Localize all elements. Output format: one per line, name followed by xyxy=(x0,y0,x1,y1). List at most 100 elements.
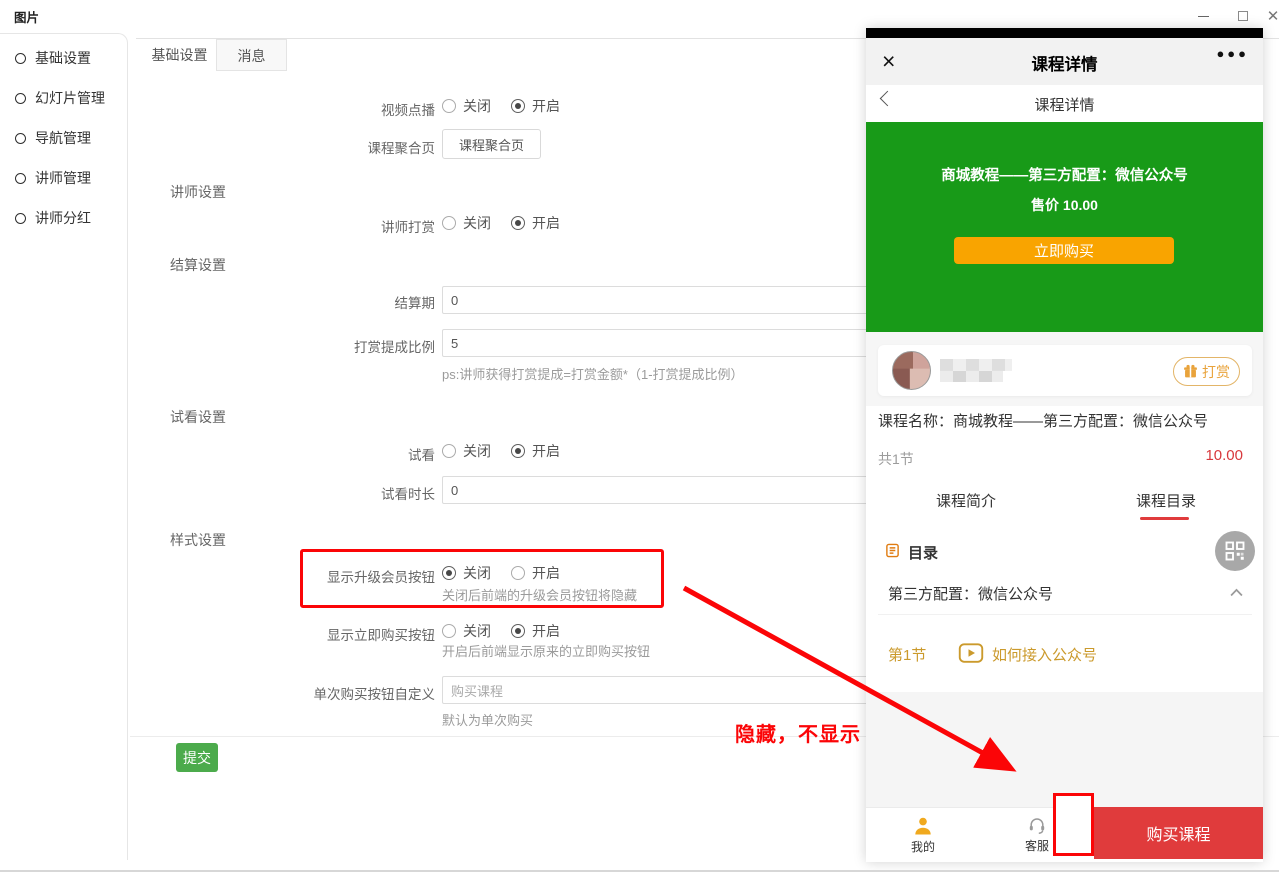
ellipsis-menu-icon[interactable]: ●●● xyxy=(1216,46,1249,61)
qr-code-icon xyxy=(1225,541,1245,561)
sidebar-item-basic-settings[interactable]: 基础设置 xyxy=(15,47,91,69)
tab-basic-settings[interactable]: 基础设置 xyxy=(143,39,216,71)
active-tab-underline xyxy=(1140,517,1189,520)
buy-now-button[interactable]: 立即购买 xyxy=(954,237,1174,264)
buy-button-custom-hint: 默认为单次购买 xyxy=(442,710,533,729)
sidebar-item-label: 导航管理 xyxy=(35,128,91,148)
tab-course-intro[interactable]: 课程简介 xyxy=(906,490,1026,511)
lecturer-reward-radio-group: 关闭 开启 xyxy=(442,213,560,233)
video-ondemand-label: 视频点播 xyxy=(130,99,435,119)
radio-on[interactable]: 开启 xyxy=(511,621,560,641)
course-hero-banner: 商城教程——第三方配置：微信公众号 售价 10.00 立即购买 xyxy=(866,122,1263,332)
section-trial-settings: 试看设置 xyxy=(170,407,226,427)
trial-radio-group: 关闭 开启 xyxy=(442,441,560,461)
sidebar-item-lecturer-dividend[interactable]: 讲师分红 xyxy=(15,207,91,229)
play-video-icon xyxy=(958,643,984,663)
radio-off[interactable]: 关闭 xyxy=(442,213,491,233)
tab-course-catalog[interactable]: 课程目录 xyxy=(1106,490,1226,511)
radio-icon xyxy=(511,99,525,113)
radio-icon xyxy=(511,444,525,458)
sidebar-item-label: 基础设置 xyxy=(35,48,91,68)
qr-code-float-button[interactable] xyxy=(1215,531,1255,571)
circle-icon xyxy=(15,213,26,224)
headset-icon xyxy=(1027,815,1047,835)
video-ondemand-radio-group: 关闭 开启 xyxy=(442,96,560,116)
circle-icon xyxy=(15,93,26,104)
submit-button[interactable]: 提交 xyxy=(176,743,218,772)
sidebar: 基础设置 幻灯片管理 导航管理 讲师管理 讲师分红 xyxy=(0,33,128,860)
purchase-course-button[interactable]: 购买课程 xyxy=(1094,807,1263,859)
course-aggregation-label: 课程聚合页 xyxy=(130,137,435,157)
chevron-up-icon[interactable] xyxy=(1230,588,1243,597)
reward-button[interactable]: 打赏 xyxy=(1173,357,1240,386)
radio-on[interactable]: 开启 xyxy=(511,213,560,233)
lecturer-reward-label: 讲师打赏 xyxy=(130,216,435,236)
hero-price-line: 售价 10.00 xyxy=(866,195,1263,215)
show-buynow-hint: 开启后前端显示原来的立即购买按钮 xyxy=(442,641,650,660)
tabbar-item-mine[interactable]: 我的 xyxy=(893,816,953,855)
trial-duration-label: 试看时长 xyxy=(130,483,435,503)
radio-off[interactable]: 关闭 xyxy=(442,441,491,461)
section-settlement-settings: 结算设置 xyxy=(170,255,226,275)
radio-icon xyxy=(511,624,525,638)
section-style-settings: 样式设置 xyxy=(170,530,226,550)
document-icon xyxy=(885,543,900,558)
sidebar-item-slideshow[interactable]: 幻灯片管理 xyxy=(15,87,105,109)
window-title: 图片 xyxy=(14,7,39,26)
phone-status-bar xyxy=(866,28,1263,38)
radio-off[interactable]: 关闭 xyxy=(442,96,491,116)
buy-button-custom-label: 单次购买按钮自定义 xyxy=(130,683,435,703)
subnav-title: 课程详情 xyxy=(866,94,1263,115)
app-window: 图片 ✕ 基础设置 幻灯片管理 导航管理 讲师管理 讲师分红 基础设置 消息 视… xyxy=(0,0,1279,872)
reward-ratio-hint: ps:讲师获得打赏提成=打赏金额*（1-打赏提成比例） xyxy=(442,364,744,383)
show-buynow-label: 显示立即购买按钮 xyxy=(130,624,435,644)
sidebar-item-label: 讲师管理 xyxy=(35,168,91,188)
catalog-header: 目录 xyxy=(908,542,938,563)
course-name-line: 课程名称：商城教程——第三方配置：微信公众号 xyxy=(878,410,1258,431)
tab-message[interactable]: 消息 xyxy=(216,39,287,71)
chapter-divider xyxy=(878,614,1252,615)
chapter-title[interactable]: 第三方配置：微信公众号 xyxy=(888,583,1053,604)
circle-icon xyxy=(15,133,26,144)
course-price: 10.00 xyxy=(1205,447,1243,464)
phone-titlebar: × 课程详情 ●●● xyxy=(866,38,1263,85)
sidebar-item-label: 讲师分红 xyxy=(35,208,91,228)
phone-page-title: 课程详情 xyxy=(866,51,1263,75)
annotation-highlight-box-upgrade-row xyxy=(300,549,664,608)
radio-icon xyxy=(511,216,525,230)
lesson-count: 共1节 xyxy=(878,449,914,469)
maximize-icon[interactable] xyxy=(1228,6,1258,26)
radio-icon xyxy=(442,624,456,638)
sidebar-item-navigation[interactable]: 导航管理 xyxy=(15,127,91,149)
radio-icon xyxy=(442,216,456,230)
window-close-icon[interactable]: ✕ xyxy=(1258,6,1279,26)
radio-icon xyxy=(442,444,456,458)
lecturer-card: 打赏 xyxy=(878,345,1252,396)
circle-icon xyxy=(15,53,26,64)
settlement-period-label: 结算期 xyxy=(130,292,435,312)
annotation-highlight-box-hidden-slot xyxy=(1053,793,1094,856)
section-lecturer-settings: 讲师设置 xyxy=(170,182,226,202)
sidebar-item-label: 幻灯片管理 xyxy=(35,88,105,108)
trial-label: 试看 xyxy=(130,444,435,464)
reward-ratio-label: 打赏提成比例 xyxy=(130,336,435,356)
lesson-title[interactable]: 如何接入公众号 xyxy=(992,644,1097,665)
radio-on[interactable]: 开启 xyxy=(511,441,560,461)
sidebar-item-lecturer-mgmt[interactable]: 讲师管理 xyxy=(15,167,91,189)
minimize-icon[interactable] xyxy=(1188,6,1218,26)
avatar xyxy=(892,351,931,390)
show-buynow-radio-group: 关闭 开启 xyxy=(442,621,560,641)
radio-on[interactable]: 开启 xyxy=(511,96,560,116)
gift-icon xyxy=(1183,364,1198,379)
reward-button-label: 打赏 xyxy=(1202,362,1230,382)
radio-off[interactable]: 关闭 xyxy=(442,621,491,641)
annotation-note-text: 隐藏，不显示 xyxy=(735,718,861,747)
hero-course-title: 商城教程——第三方配置：微信公众号 xyxy=(866,164,1263,185)
course-aggregation-button[interactable]: 课程聚合页 xyxy=(442,129,541,159)
phone-preview-panel: × 课程详情 ●●● 课程详情 商城教程——第三方配置：微信公众号 售价 10.… xyxy=(866,28,1263,862)
lecturer-name-blurred xyxy=(940,359,1012,382)
circle-icon xyxy=(15,173,26,184)
phone-subnav: 课程详情 xyxy=(866,85,1263,122)
lesson-number: 第1节 xyxy=(888,644,926,665)
phone-lower-background xyxy=(866,692,1263,807)
